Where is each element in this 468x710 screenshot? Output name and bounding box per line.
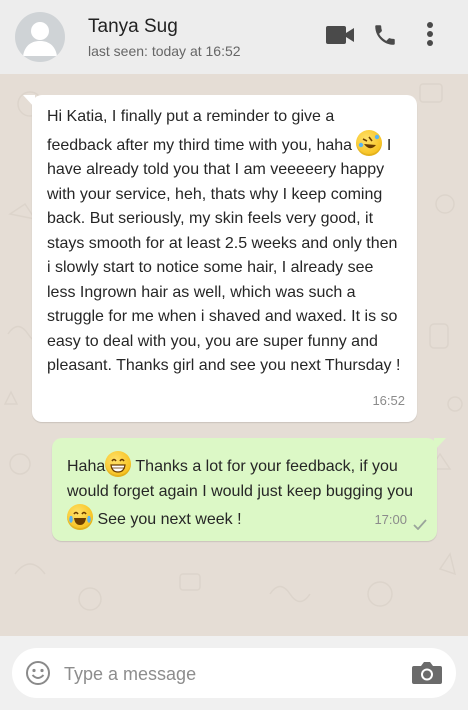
- avatar[interactable]: [15, 12, 65, 62]
- message-input-container[interactable]: [12, 648, 456, 698]
- single-check-icon: [413, 519, 427, 530]
- composer-bar: [0, 636, 468, 710]
- bubble-tail: [23, 95, 35, 108]
- camera-icon[interactable]: [411, 660, 443, 686]
- more-menu-icon[interactable]: [424, 21, 436, 49]
- outgoing-message-bubble[interactable]: Haha Thanks a lot for your feedback, if …: [52, 438, 446, 541]
- last-seen-status: last seen: today at 16:52: [88, 43, 241, 59]
- tears-of-joy-emoji-icon: [67, 504, 93, 530]
- phone-call-icon[interactable]: [372, 22, 398, 48]
- chat-area[interactable]: Hi Katia, I finally put a reminder to gi…: [0, 74, 468, 636]
- incoming-message-bubble[interactable]: Hi Katia, I finally put a reminder to gi…: [23, 95, 417, 422]
- video-call-icon[interactable]: [325, 25, 355, 45]
- message-timestamp: 16:52: [372, 392, 405, 408]
- message-timestamp: 17:00: [374, 511, 407, 527]
- default-avatar-icon: [23, 22, 57, 56]
- chat-header: Tanya Sug last seen: today at 16:52: [0, 0, 468, 74]
- grin-emoji-icon: [105, 451, 132, 477]
- message-input[interactable]: [62, 656, 386, 692]
- message-text: Hi Katia, I finally put a reminder to gi…: [47, 108, 402, 374]
- message-text: Haha Thanks a lot for your feedback, if …: [67, 451, 423, 533]
- bubble-tail: [434, 438, 446, 451]
- rofl-emoji-icon: [356, 129, 383, 156]
- emoji-picker-icon[interactable]: [25, 660, 51, 686]
- contact-name[interactable]: Tanya Sug: [88, 16, 178, 38]
